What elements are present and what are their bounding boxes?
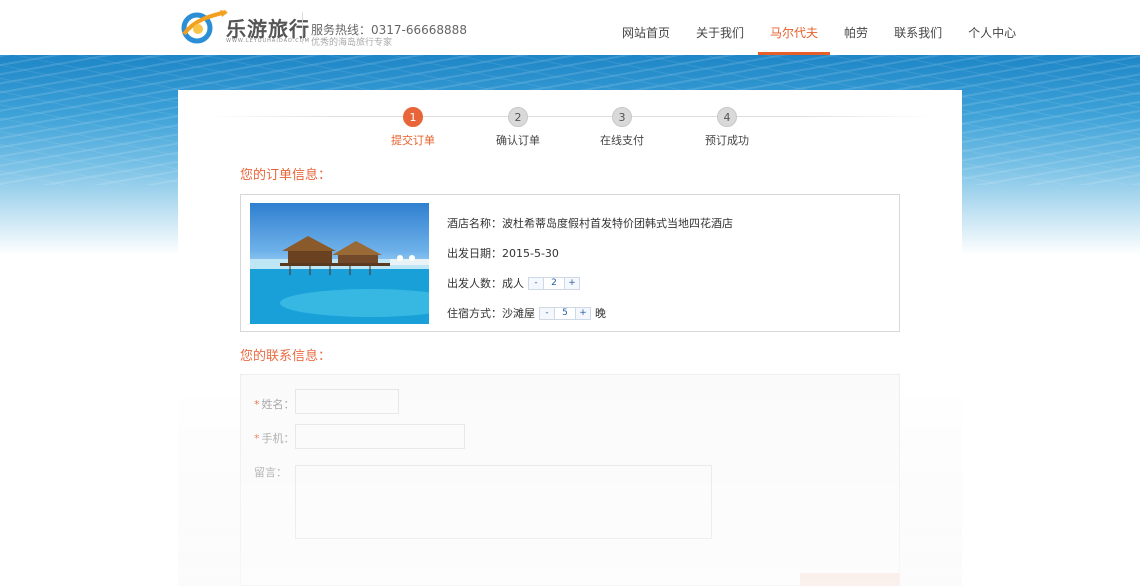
nav-about[interactable]: 关于我们: [684, 0, 756, 55]
people-stepper: - 2 +: [528, 276, 580, 290]
people-plus-button[interactable]: +: [565, 277, 579, 289]
departure-date-value: 2015-5-30: [502, 246, 559, 260]
name-input[interactable]: [295, 389, 399, 414]
step-label: 预订成功: [705, 134, 749, 147]
nights-plus-button[interactable]: +: [576, 307, 590, 319]
hotel-name-row: 酒店名称： 波杜希蒂岛度假村首发特价团韩式当地四花酒店: [447, 215, 733, 231]
steps-line: [205, 116, 935, 117]
step-label: 在线支付: [600, 134, 644, 147]
step-online-payment: 3 在线支付: [577, 107, 667, 148]
name-field-label: * 姓名：: [254, 396, 295, 412]
required-mark: *: [254, 432, 260, 445]
message-field-label: 留言：: [254, 464, 287, 480]
hotel-name-label: 酒店名称：: [447, 217, 502, 230]
nights-count[interactable]: 5: [554, 307, 576, 319]
nav-contact[interactable]: 联系我们: [882, 0, 954, 55]
people-minus-button[interactable]: -: [529, 277, 543, 289]
step-number: 4: [717, 107, 737, 127]
hotel-name-value: 波杜希蒂岛度假村首发特价团韩式当地四花酒店: [502, 217, 733, 230]
required-mark: *: [254, 398, 260, 411]
departure-date-label: 出发日期：: [447, 247, 502, 260]
nav-palau[interactable]: 帕劳: [832, 0, 880, 55]
step-booking-success: 4 预订成功: [682, 107, 772, 148]
contact-info-title: 您的联系信息：: [240, 349, 332, 364]
nights-stepper: - 5 +: [539, 306, 591, 320]
people-row: 出发人数： 成人 - 2 +: [447, 275, 580, 291]
slogan-text: 优秀的海岛旅行专家: [311, 38, 393, 48]
nav-home[interactable]: 网站首页: [610, 0, 682, 55]
nav-maldives[interactable]: 马尔代夫: [758, 0, 831, 55]
resort-image-icon: [250, 236, 429, 324]
message-textarea[interactable]: [295, 465, 712, 539]
phone-input[interactable]: [295, 424, 465, 449]
stay-type: 沙滩屋: [502, 307, 535, 320]
message-label-text: 留言：: [254, 466, 287, 479]
header-divider: [302, 12, 303, 44]
people-label: 出发人数：: [447, 277, 502, 290]
nights-minus-button[interactable]: -: [540, 307, 554, 319]
hotel-photo: [250, 203, 429, 324]
step-confirm-order: 2 确认订单: [473, 107, 563, 148]
order-info-title: 您的订单信息：: [240, 168, 332, 183]
people-count[interactable]: 2: [543, 277, 565, 289]
step-submit-order: 1 提交订单: [368, 107, 458, 148]
site-header: 乐游旅行 WWW.LEYOUHAIDAO.COM 服务热线：0317-66668…: [0, 0, 1140, 55]
step-label: 确认订单: [496, 134, 540, 147]
phone-label-text: 手机：: [261, 432, 295, 445]
step-number: 2: [508, 107, 528, 127]
step-label: 提交订单: [391, 134, 435, 147]
stay-row: 住宿方式： 沙滩屋 - 5 + 晚: [447, 305, 606, 321]
name-label-text: 姓名：: [261, 398, 295, 411]
submit-button[interactable]: [800, 573, 900, 586]
logo-subtext: WWW.LEYOUHAIDAO.COM: [226, 38, 310, 44]
nav-user-center[interactable]: 个人中心: [956, 0, 1028, 55]
order-info-box: 酒店名称： 波杜希蒂岛度假村首发特价团韩式当地四花酒店 出发日期： 2015-5…: [240, 194, 900, 332]
stay-label: 住宿方式：: [447, 307, 502, 320]
departure-date-row: 出发日期： 2015-5-30: [447, 245, 559, 261]
phone-field-label: * 手机：: [254, 430, 295, 446]
people-type: 成人: [502, 277, 524, 290]
nights-unit: 晚: [595, 307, 606, 320]
step-number: 1: [403, 107, 423, 127]
step-number: 3: [612, 107, 632, 127]
main-nav: 网站首页 关于我们 马尔代夫 帕劳 联系我们 个人中心: [610, 0, 1030, 55]
